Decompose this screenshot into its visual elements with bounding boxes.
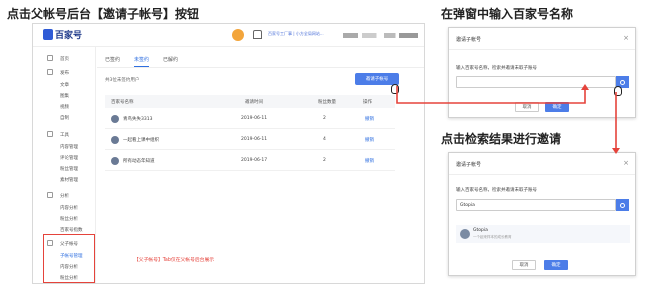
table-row: 青鸟失失3313 2019-06-11 2 撤销 [105,109,395,129]
modal-label: 输入百家号名称，检索并邀请未取子账号 [456,66,537,71]
confirm-button[interactable]: 确定 [545,102,569,112]
avatar-icon[interactable] [232,29,244,41]
tab-unsigned[interactable]: 未签约 [134,56,150,67]
confirm-button[interactable]: 确定 [544,260,568,270]
caption-step1: 点击父帐号后台【邀请子帐号】按钮 [7,7,200,21]
table-row: 所有动态年知道 2019-06-17 2 撤销 [105,151,395,171]
close-icon[interactable]: × [623,34,629,42]
caption-step3: 点击检索结果进行邀请 [441,132,562,146]
analysis-icon [47,192,53,198]
sidebar-item-custom[interactable]: 自制 [60,115,69,121]
search-icon [620,202,625,208]
top-bar: 百家号 百家号工厂事 | 小方全局网站... [33,24,424,47]
tab-terminated[interactable]: 已解约 [163,56,178,67]
sidebar-item-article[interactable]: 文章 [60,82,69,88]
highlight-box [43,234,95,283]
modal-title: 邀请子帐号 [456,37,482,43]
cancel-button[interactable]: 取消 [512,260,536,270]
col-name: 百家号名称 [111,100,134,105]
hand-icon [614,86,622,96]
unsigned-count: 共3位未签约用户 [105,78,140,83]
account-avatar [111,115,119,123]
row-fans: 2 [323,116,326,121]
search-result-item[interactable]: Gtopia 一个起来样本的成长教育 [456,225,630,243]
sidebar-item-index[interactable]: 百家号指数 [60,227,83,233]
row-name: 所有动态年知道 [123,159,155,164]
row-date: 2019-06-11 [241,116,268,121]
cancel-button[interactable]: 取消 [515,102,539,112]
row-name: 青鸟失失3313 [123,117,153,122]
bell-icon[interactable] [253,30,262,39]
row-fans: 2 [323,158,326,163]
home-icon [47,55,53,61]
sidebar-item-analysis[interactable]: 分析 [60,193,69,199]
sidebar-item-home[interactable]: 首页 [60,56,69,62]
result-name: Gtopia [473,228,488,233]
modal-divider [449,174,635,175]
row-fans: 4 [323,137,326,142]
search-input[interactable] [456,76,616,88]
account-avatar [111,136,119,144]
modal-title: 邀请子帐号 [456,162,482,168]
col-action: 操作 [363,100,372,105]
publish-icon [47,69,53,75]
tab-signed[interactable]: 已签约 [105,56,120,67]
revoke-link[interactable]: 撤销 [365,116,374,122]
backend-screenshot: 百家号 百家号工厂事 | 小方全局网站... 首页 发布 文章 图集 视频 自制… [32,23,425,284]
table-row: 一起看上课中组织 2019-06-11 4 撤销 [105,130,395,150]
tab-bar: 已签约 未签约 已解约 [105,56,178,67]
tab-divider [97,67,424,68]
col-invite-time: 邀请时间 [245,100,263,105]
row-date: 2019-06-11 [241,137,268,142]
col-fans: 粉丝数量 [318,100,336,105]
search-input[interactable]: Gtopia [456,199,616,211]
table-header: 百家号名称 邀请时间 粉丝数量 操作 [105,95,395,108]
sidebar-item-material-manage[interactable]: 素材管理 [60,177,78,183]
revoke-link[interactable]: 撤销 [365,158,374,164]
sidebar-item-tools[interactable]: 工具 [60,132,69,138]
account-avatar [111,157,119,165]
result-desc: 一个起来样本的成长教育 [473,235,512,239]
result-avatar [460,229,470,239]
logo[interactable]: 百家号 [43,28,82,41]
sidebar-item-publish[interactable]: 发布 [60,70,69,76]
sidebar-item-fans-manage[interactable]: 粉丝管理 [60,166,78,172]
logo-text: 百家号 [55,31,83,41]
modal-divider [449,49,635,50]
sidebar-item-content-manage[interactable]: 内容管理 [60,144,78,150]
logo-icon [43,29,53,40]
caption-step2: 在弹窗中输入百家号名称 [441,7,574,21]
row-date: 2019-06-17 [241,158,268,163]
search-button[interactable] [616,199,629,211]
hand-icon [391,84,399,94]
sidebar-item-gallery[interactable]: 图集 [60,93,69,99]
invite-sub-account-button[interactable]: 邀请子帐号 [355,73,399,85]
sidebar-item-content-analysis[interactable]: 内容分析 [60,205,78,211]
revoke-link[interactable]: 撤销 [365,137,374,143]
main-content: 已签约 未签约 已解约 共3位未签约用户 邀请子帐号 百家号名称 邀请时间 粉丝… [97,47,424,283]
invite-modal-step3: 邀请子帐号 × 输入百家号名称，检索并邀请未取子账号 Gtopia Gtopia… [448,152,636,276]
invite-modal-step2: 邀请子帐号 × 输入百家号名称，检索并邀请未取子账号 取消 确定 [448,27,636,118]
modal-label: 输入百家号名称，检索并邀请未取子账号 [456,188,537,193]
sidebar-item-video[interactable]: 视频 [60,104,69,110]
sidebar-item-comment-manage[interactable]: 评论管理 [60,155,78,161]
user-info[interactable] [343,33,418,38]
tools-icon [47,131,53,137]
top-notice[interactable]: 百家号工厂事 | 小方全局网站... [268,31,324,37]
sidebar-item-fans-analysis[interactable]: 粉丝分析 [60,216,78,222]
search-icon [620,79,625,85]
row-name: 一起看上课中组织 [123,138,159,143]
close-icon[interactable]: × [623,159,629,167]
annotation-note: 【父子帐号】Tab仅在父帐号后台展示 [134,258,215,263]
